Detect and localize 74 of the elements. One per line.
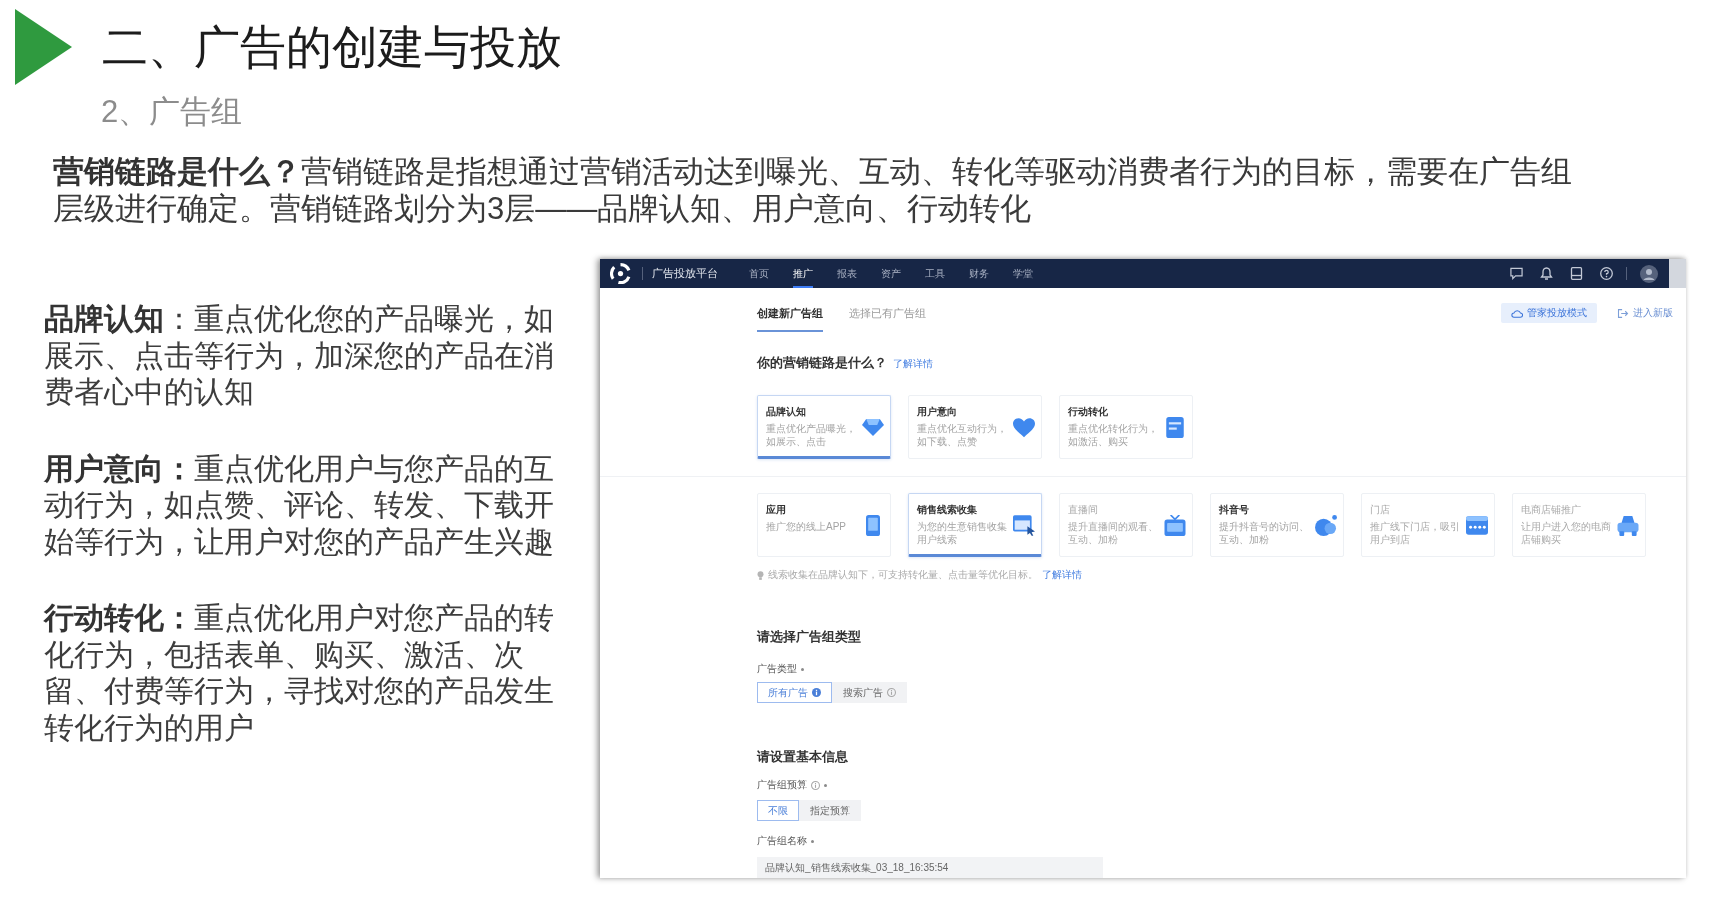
- card-description: 重点优化互动行为，如下载、点赞: [917, 422, 1008, 448]
- ad-type-option[interactable]: 搜索广告: [832, 682, 907, 703]
- document-icon: [1164, 417, 1186, 438]
- bell-icon[interactable]: [1540, 267, 1553, 280]
- field-label: 广告组预算: [757, 778, 807, 792]
- learn-more-link[interactable]: 了解详情: [893, 355, 933, 373]
- card-title: 行动转化: [1068, 405, 1109, 418]
- card-title: 抖音号: [1219, 503, 1250, 516]
- intro-paragraph: 营销链路是什么？营销链路是指想通过营销活动达到曝光、互动、转化等驱动消费者行为的目标，需要在广告组层级进行确定。营销链路划分为3层——品牌认知、用户意向、行动转化: [53, 153, 1573, 227]
- new-version-link[interactable]: 进入新版: [1617, 306, 1673, 320]
- section-heading: 请选择广告组类型: [757, 628, 861, 646]
- card-description: 让用户进入您的电商店铺购买: [1521, 520, 1612, 546]
- card-title: 销售线索收集: [917, 503, 978, 516]
- lightbulb-icon: [757, 570, 764, 580]
- field-label: 广告类型: [757, 662, 797, 676]
- marketing-goal-card[interactable]: 品牌认知 重点优化产品曝光，如展示、点击: [757, 395, 891, 459]
- nav-item[interactable]: 工具: [925, 259, 945, 288]
- definition-paragraph: 品牌认知：重点优化您的产品曝光，如展示、点击等行为，加深您的产品在消费者心中的认知: [44, 301, 555, 410]
- budget-option[interactable]: 不限: [757, 800, 799, 821]
- promotion-target-card[interactable]: 销售线索收集 为您的生意销售收集用户线索: [908, 493, 1042, 557]
- file-icon[interactable]: [1570, 267, 1583, 280]
- tab[interactable]: 创建新广告组: [757, 302, 823, 332]
- exit-icon: [1617, 308, 1629, 318]
- diamond-icon: [862, 417, 884, 438]
- card-description: 推广您的线上APP: [766, 520, 847, 533]
- card-title: 直播间: [1068, 503, 1099, 516]
- card-title: 应用: [766, 503, 787, 516]
- nav-item[interactable]: 财务: [969, 259, 989, 288]
- section-heading: 请设置基本信息: [757, 748, 848, 766]
- card-description: 推广线下门店，吸引用户到店: [1370, 520, 1461, 546]
- platform-name: 广告投放平台: [652, 266, 718, 281]
- card-description: 重点优化产品曝光，如展示、点击: [766, 422, 857, 448]
- slide-title: 二、广告的创建与投放: [102, 20, 562, 75]
- heart-icon: [1013, 417, 1035, 438]
- section-heading: 你的营销链路是什么？: [757, 354, 887, 372]
- card-description: 重点优化转化行为，如激活、购买: [1068, 422, 1159, 448]
- slide-subtitle: 2、广告组: [101, 93, 243, 131]
- keypad-card-icon: [1466, 515, 1488, 536]
- mode-button[interactable]: 管家投放模式: [1501, 303, 1597, 323]
- card-title: 门店: [1370, 503, 1391, 516]
- card-description: 提升抖音号的访问、互动、加粉: [1219, 520, 1310, 546]
- card-title: 电商店铺推广: [1521, 503, 1582, 516]
- field-label: 广告组名称: [757, 834, 807, 848]
- nav-item[interactable]: 推广: [793, 259, 813, 288]
- ad-type-option[interactable]: 所有广告: [757, 682, 832, 703]
- card-title: 品牌认知: [766, 405, 807, 418]
- definition-paragraph: 用户意向：重点优化用户与您产品的互动行为，如点赞、评论、转发、下载开始等行为，让用户对您的产品产生兴趣: [44, 450, 555, 560]
- nav-item[interactable]: 资产: [881, 259, 901, 288]
- logo-icon: [610, 263, 631, 284]
- cloud-icon: [1315, 515, 1337, 536]
- cloud-icon: [1511, 308, 1523, 318]
- card-description: 提升直播间的观看、互动、加粉: [1068, 520, 1159, 546]
- name-input-field[interactable]: 品牌认知_销售线索收集_03_18_16:35:54: [757, 857, 1103, 878]
- definition-paragraph: 行动转化：重点优化用户对您产品的转化行为，包括表单、购买、激活、次留、付费等行为，寻找对您的产品发生转化行为的用户: [44, 600, 555, 746]
- avatar-icon[interactable]: [1640, 264, 1658, 283]
- car-icon: [1617, 515, 1639, 536]
- learn-more-link[interactable]: 了解详情: [1042, 568, 1082, 582]
- scrollbar: [1669, 259, 1686, 288]
- marketing-goal-card[interactable]: 用户意向 重点优化互动行为，如下载、点赞: [908, 395, 1042, 459]
- card-title: 用户意向: [917, 405, 958, 418]
- promotion-target-card[interactable]: 应用 推广您的线上APP: [757, 493, 891, 557]
- promotion-target-card[interactable]: 抖音号 提升抖音号的访问、互动、加粉: [1210, 493, 1344, 557]
- nav-item[interactable]: 首页: [749, 259, 769, 288]
- card-description: 为您的生意销售收集用户线索: [917, 520, 1008, 546]
- help-icon[interactable]: [1600, 267, 1613, 280]
- marketing-goal-card[interactable]: 行动转化 重点优化转化行为，如激活、购买: [1059, 395, 1193, 459]
- tv-icon: [1164, 515, 1186, 536]
- triangle-icon: [15, 9, 72, 85]
- nav-item[interactable]: 报表: [837, 259, 857, 288]
- form-window-icon: [1013, 515, 1035, 536]
- message-icon[interactable]: [1510, 267, 1523, 280]
- budget-option[interactable]: 指定预算: [799, 800, 861, 821]
- hint-text: 线索收集在品牌认知下，可支持转化量、点击量等优化目标。: [768, 568, 1038, 582]
- nav-item[interactable]: 学堂: [1013, 259, 1033, 288]
